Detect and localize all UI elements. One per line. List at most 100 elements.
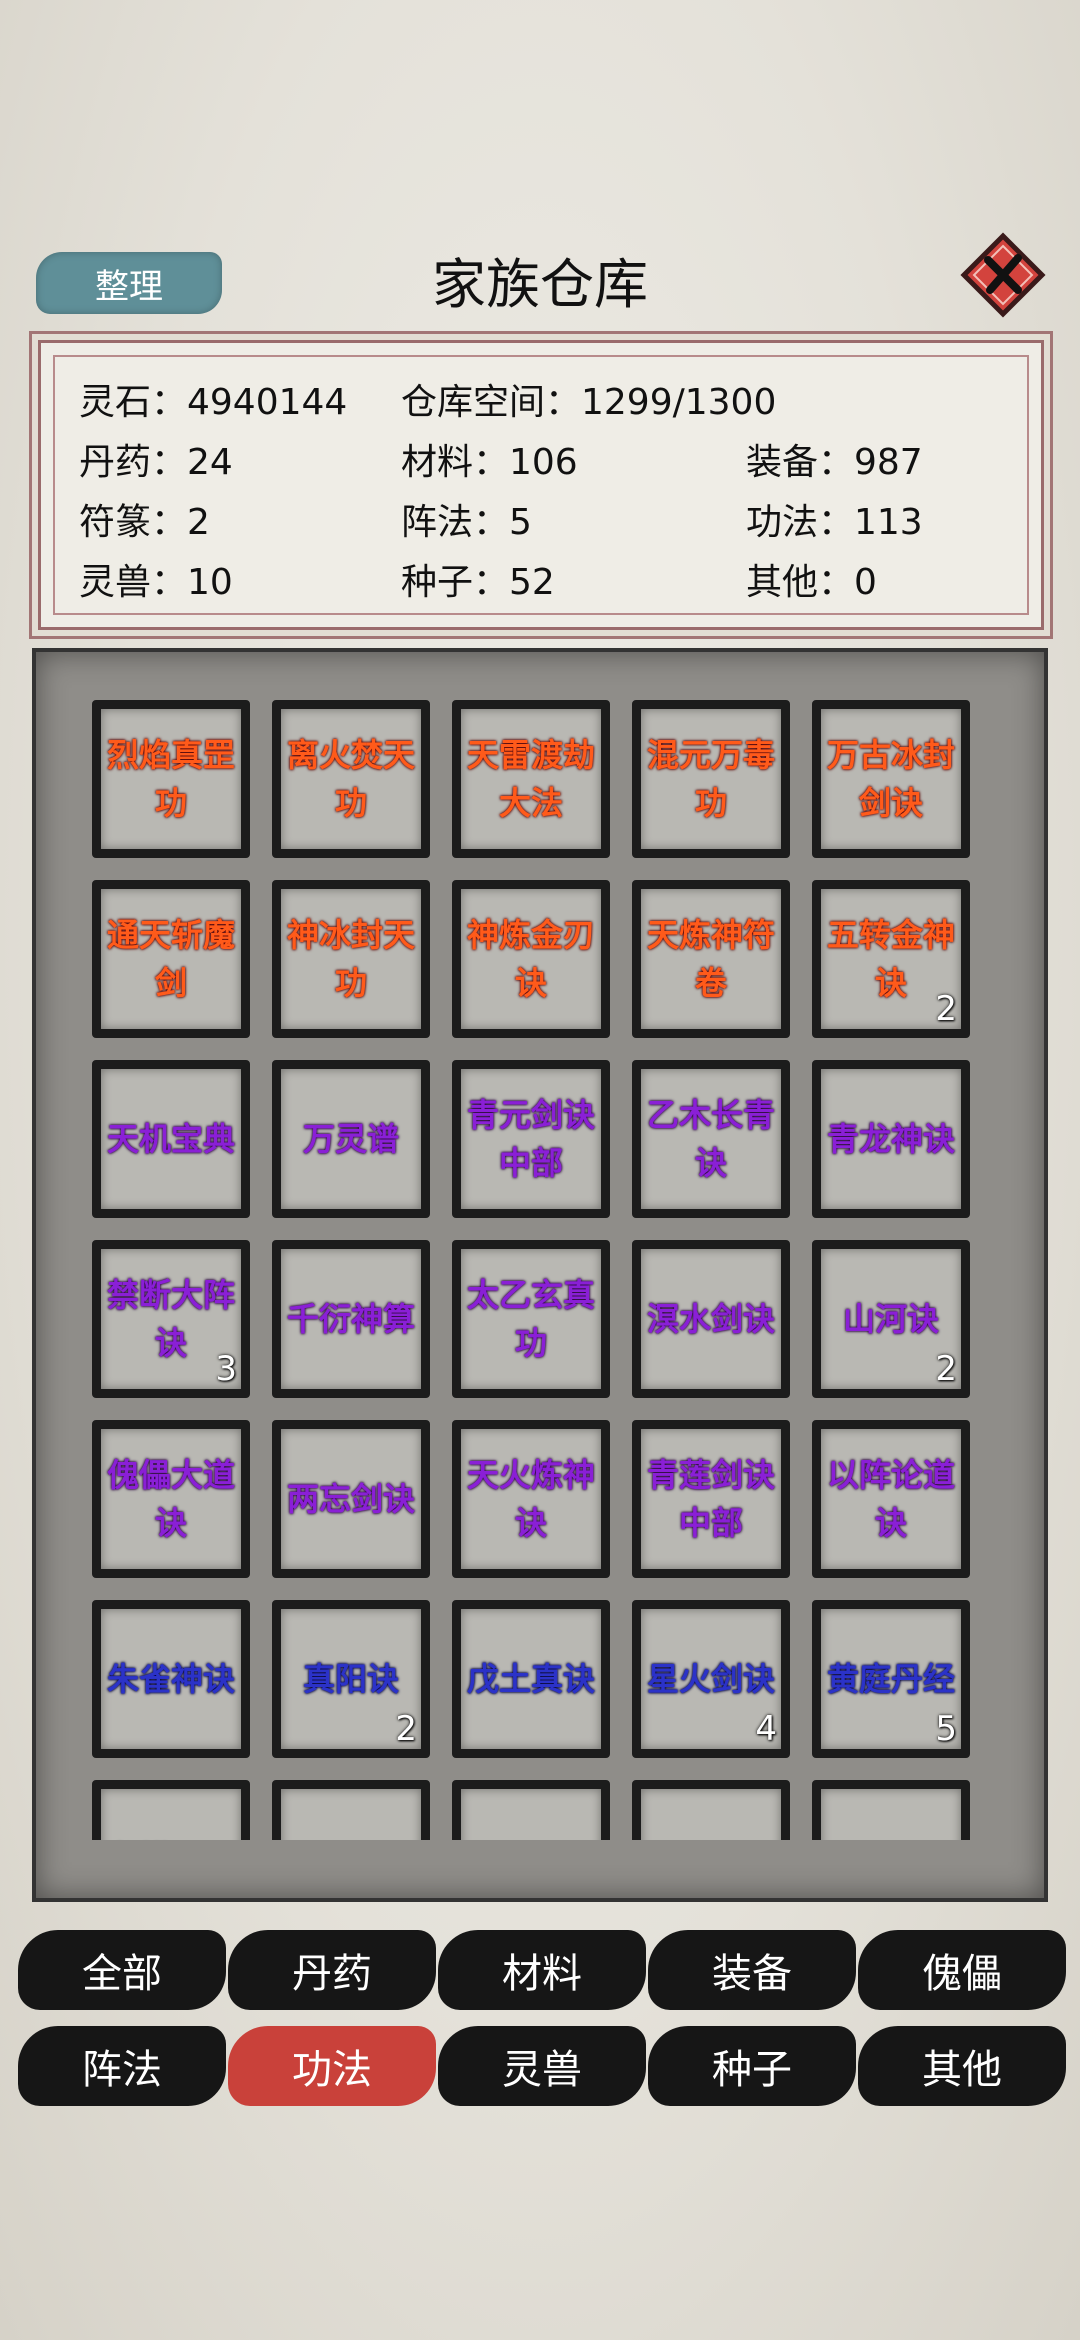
item-name: 天火炼神诀: [466, 1456, 595, 1542]
warehouse-space-stat: 仓库空间：1299/1300: [401, 382, 777, 423]
item-slot[interactable]: 山河诀 2: [812, 1240, 970, 1398]
item-name: 通天斩魔剑: [106, 916, 235, 1002]
item-count: 5: [935, 1709, 957, 1749]
page-title: 家族仓库: [432, 253, 648, 316]
item-slot[interactable]: 星火剑诀 4: [632, 1600, 790, 1758]
item-slot[interactable]: 青龙神诀: [812, 1060, 970, 1218]
item-name: [821, 1789, 961, 1840]
item-name: 天炼神符卷: [646, 916, 775, 1002]
beasts-stat: 灵兽：10: [79, 562, 233, 603]
item-slot[interactable]: 傀儡大道诀: [92, 1420, 250, 1578]
spirit-stones-stat: 灵石：4940144: [79, 382, 348, 423]
tab-label: 灵兽: [502, 2047, 582, 2093]
item-name: 傀儡大道诀: [106, 1456, 235, 1542]
tab-2[interactable]: 材料: [438, 1930, 646, 2010]
item-slot[interactable]: 天雷渡劫大法: [452, 700, 610, 858]
item-name: 以阵论道诀: [826, 1456, 955, 1542]
formations-stat: 阵法：5: [401, 502, 532, 543]
item-name: [641, 1789, 781, 1840]
close-button[interactable]: [960, 232, 1046, 318]
tab-1[interactable]: 丹药: [228, 1930, 436, 2010]
item-slot[interactable]: 乙木长青诀: [632, 1060, 790, 1218]
item-slot[interactable]: 天机宝典: [92, 1060, 250, 1218]
tab-8[interactable]: 种子: [648, 2026, 856, 2106]
item-count: 3: [215, 1349, 237, 1389]
item-slot[interactable]: 通天斩魔剑: [92, 880, 250, 1038]
item-slot[interactable]: 戊土真诀: [452, 1600, 610, 1758]
item-slot[interactable]: 千衍神算: [272, 1240, 430, 1398]
techniques-stat: 功法：113: [746, 502, 923, 543]
item-slot[interactable]: 溟水剑诀: [632, 1240, 790, 1398]
tab-label: 其他: [922, 2047, 1002, 2093]
item-name: 离火焚天功: [286, 736, 415, 822]
item-slot[interactable]: 太乙玄真功: [452, 1240, 610, 1398]
item-name: 神炼金刃诀: [466, 916, 595, 1002]
item-slot[interactable]: 烈焰真罡功: [92, 700, 250, 858]
tab-label: 功法: [292, 2047, 372, 2093]
tab-label: 装备: [712, 1951, 792, 1997]
item-slot[interactable]: 混元万毒功: [632, 700, 790, 858]
pills-stat: 丹药：24: [79, 442, 233, 483]
item-name: 戊土真诀: [466, 1660, 595, 1698]
item-name: 两忘剑诀: [286, 1480, 415, 1518]
tab-4[interactable]: 傀儡: [858, 1930, 1066, 2010]
item-name: 烈焰真罡功: [106, 736, 235, 822]
item-slot[interactable]: 朱雀神诀: [92, 1600, 250, 1758]
item-slot[interactable]: 神炼金刃诀: [452, 880, 610, 1038]
item-name: 龙蟒吞天: [101, 1789, 241, 1840]
tab-3[interactable]: 装备: [648, 1930, 856, 2010]
tab-5[interactable]: 阵法: [18, 2026, 226, 2106]
tab-6[interactable]: 功法: [228, 2026, 436, 2106]
item-name: 溟水剑诀: [646, 1300, 775, 1338]
item-slot[interactable]: 青元剑诀中部: [452, 1060, 610, 1218]
item-name: 混元万毒功: [646, 736, 775, 822]
item-slot[interactable]: 黄庭丹经 5: [812, 1600, 970, 1758]
item-slot[interactable]: [632, 1780, 790, 1840]
item-name: 乙木长青诀: [646, 1096, 775, 1182]
item-count: 4: [755, 1709, 777, 1749]
tab-label: 全部: [82, 1951, 162, 1997]
item-slot[interactable]: 万灵谱: [272, 1060, 430, 1218]
item-slot[interactable]: 天火炼神诀: [452, 1420, 610, 1578]
item-slot[interactable]: 神冰封天功: [272, 880, 430, 1038]
item-slot[interactable]: 两忘剑诀: [272, 1420, 430, 1578]
item-slot[interactable]: 离火焚天功: [272, 700, 430, 858]
tab-label: 丹药: [292, 1951, 372, 1997]
item-name: 万古冰封剑诀: [826, 736, 955, 822]
item-name: 青龙神诀: [826, 1120, 955, 1158]
materials-stat: 材料：106: [401, 442, 578, 483]
tab-0[interactable]: 全部: [18, 1930, 226, 2010]
item-name: 天机宝典: [106, 1120, 235, 1158]
item-name: 天雷渡劫大法: [466, 736, 595, 822]
item-name: 千衍神算: [286, 1300, 415, 1338]
item-grid[interactable]: 烈焰真罡功 离火焚天功 天雷渡劫大法 混元万毒功 万古冰封剑诀通天斩魔剑 神冰封天功 神炼金…: [58, 700, 982, 1840]
item-slot[interactable]: 龙蟒吞天: [92, 1780, 250, 1840]
tab-label: 种子: [712, 2047, 792, 2093]
tab-9[interactable]: 其他: [858, 2026, 1066, 2106]
item-slot[interactable]: 五转金神诀 2: [812, 880, 970, 1038]
item-slot[interactable]: 天炼神符卷: [632, 880, 790, 1038]
item-name: 青莲剑诀中部: [646, 1456, 775, 1542]
item-name: 青元剑诀中部: [466, 1096, 595, 1182]
item-count: 2: [935, 1349, 957, 1389]
talismans-stat: 符篆：2: [79, 502, 210, 543]
item-slot[interactable]: 真阳诀 2: [272, 1600, 430, 1758]
others-stat: 其他：0: [746, 562, 877, 603]
item-slot[interactable]: 万古冰封剑诀: [812, 700, 970, 858]
item-name: [461, 1789, 601, 1840]
item-name: 朱雀神诀: [106, 1660, 235, 1698]
item-name: [281, 1789, 421, 1840]
item-slot[interactable]: 禁断大阵诀 3: [92, 1240, 250, 1398]
item-slot[interactable]: [452, 1780, 610, 1840]
tab-label: 傀儡: [922, 1951, 1002, 1997]
seeds-stat: 种子：52: [401, 562, 555, 603]
item-slot[interactable]: 青莲剑诀中部: [632, 1420, 790, 1578]
item-slot[interactable]: [812, 1780, 970, 1840]
item-count: 2: [935, 989, 957, 1029]
item-slot[interactable]: 以阵论道诀: [812, 1420, 970, 1578]
item-slot[interactable]: [272, 1780, 430, 1840]
item-name: 万灵谱: [302, 1120, 399, 1158]
tab-7[interactable]: 灵兽: [438, 2026, 646, 2106]
item-name: 神冰封天功: [286, 916, 415, 1002]
warehouse-info-panel: 灵石：4940144 仓库空间：1299/1300 丹药：24 材料：106 装…: [38, 340, 1044, 630]
